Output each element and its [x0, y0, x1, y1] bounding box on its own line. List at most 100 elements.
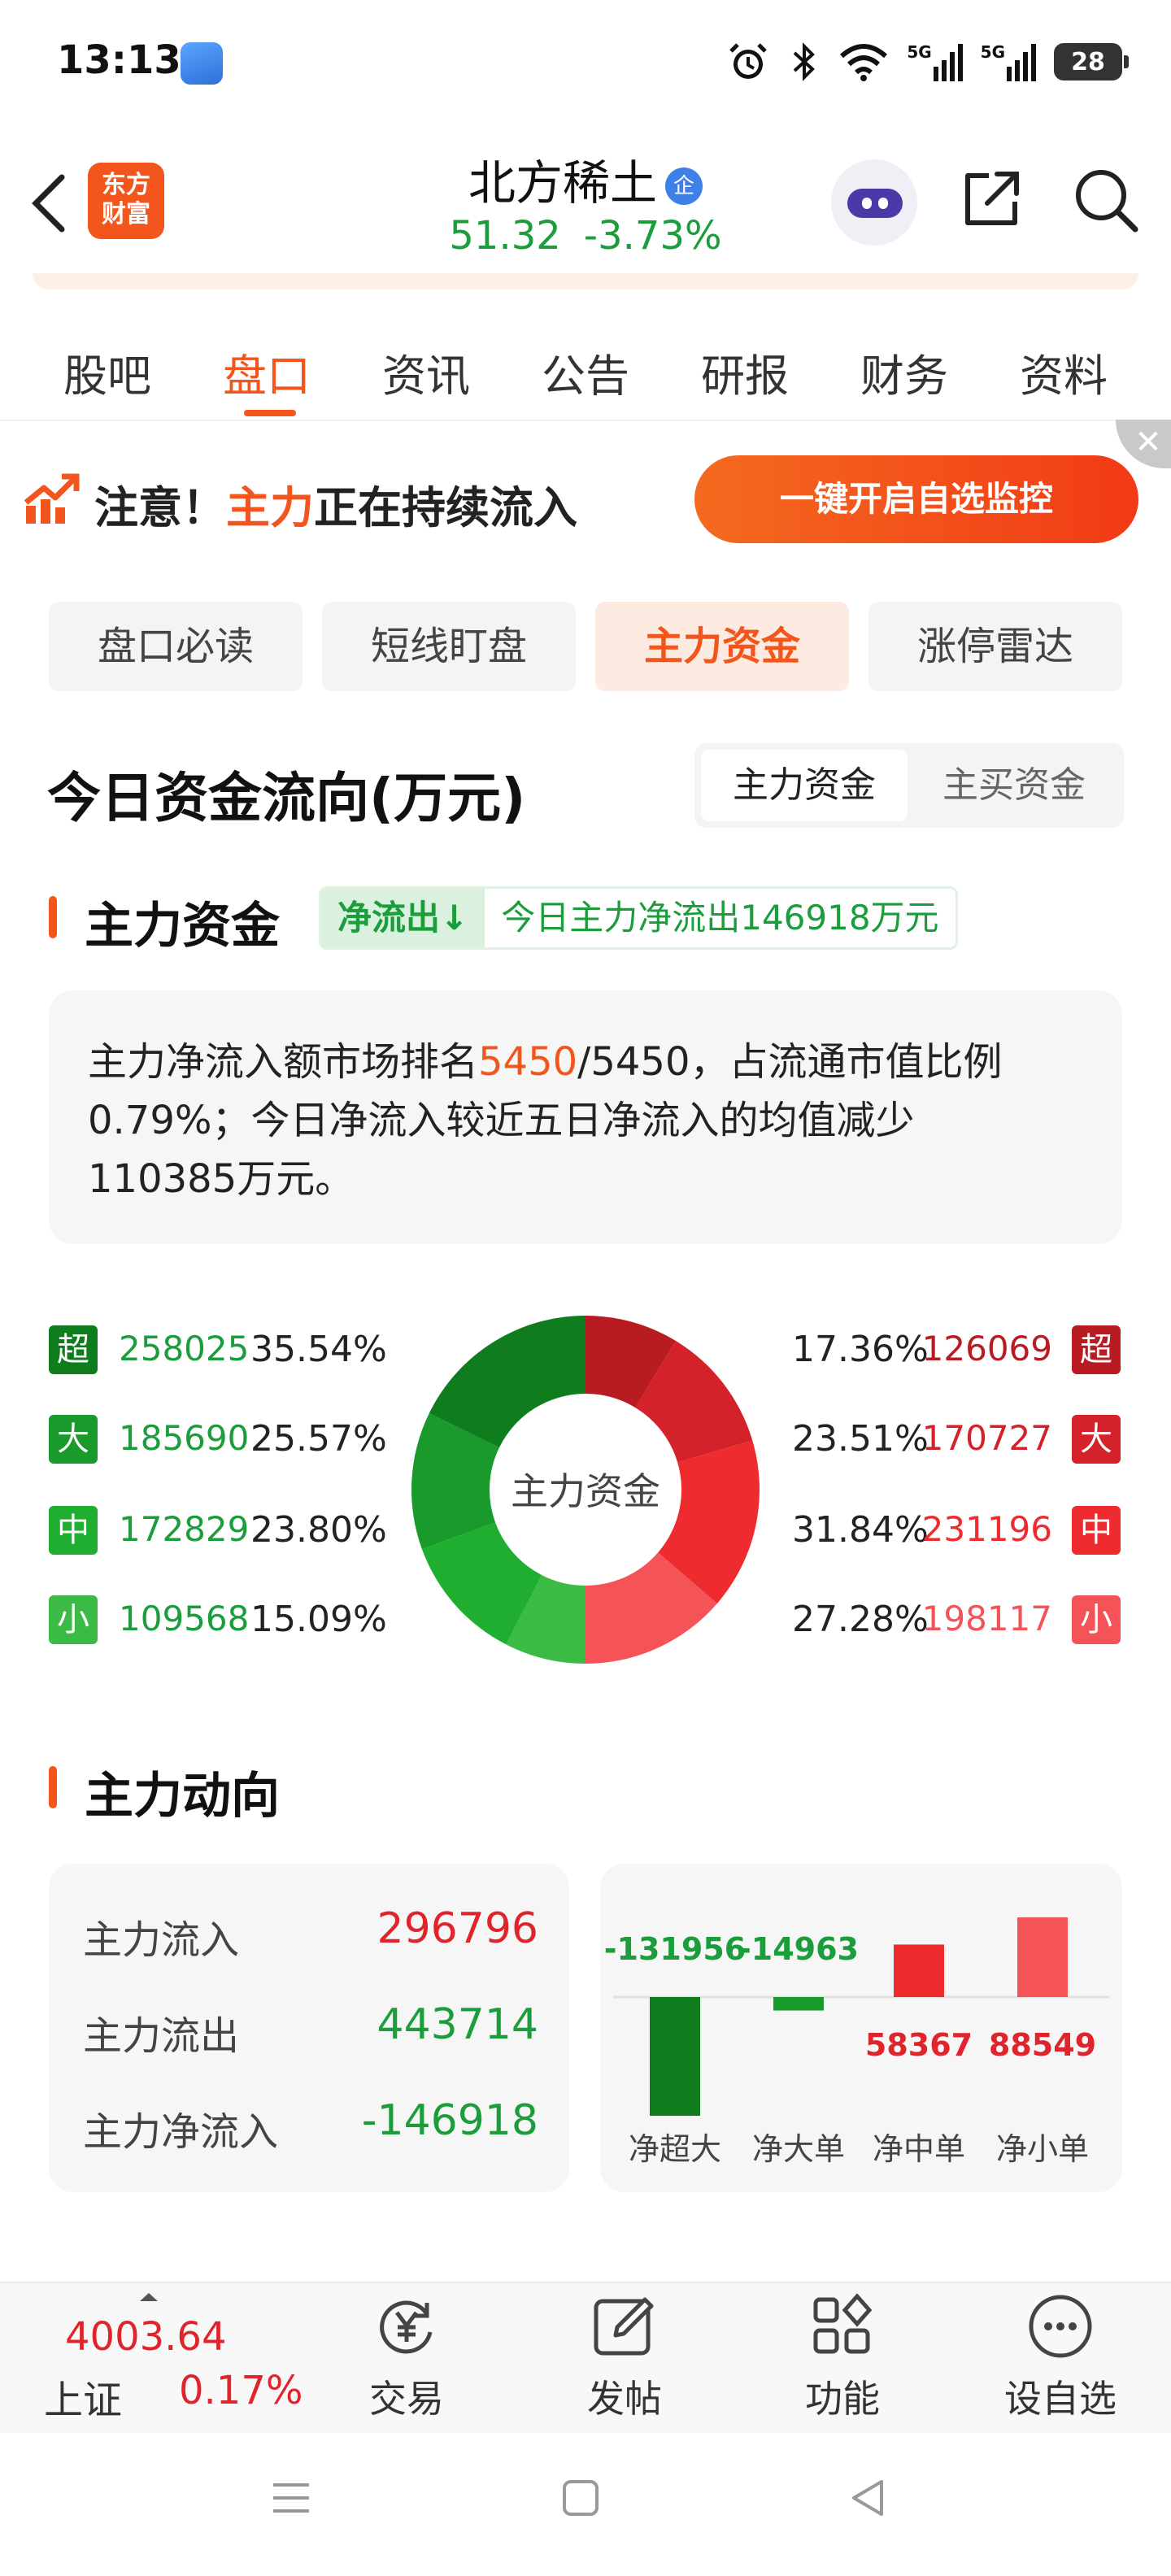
functions-label: 功能: [805, 2377, 880, 2421]
system-navigation-bar: [0, 2433, 1171, 2576]
outflow-amount: 258025: [119, 1329, 250, 1368]
inflow-amount: 170727: [921, 1418, 1052, 1458]
outflow-amount: 185690: [119, 1418, 250, 1458]
desc-line-2: 0.79%；今日净流入较近五日净流入的均值减少: [88, 1098, 915, 1143]
notice-suffix: 正在持续流入: [314, 482, 577, 533]
menu-icon[interactable]: [268, 2475, 314, 2521]
close-banner-button[interactable]: ✕: [1116, 420, 1171, 468]
trend-value: 296796: [377, 1904, 538, 1953]
index-name[interactable]: 上证: [44, 2368, 122, 2425]
signal-1: 5G: [907, 42, 963, 81]
back-nav-icon[interactable]: [846, 2475, 891, 2521]
bluetooth-icon: [793, 42, 816, 81]
subtab-main-funds[interactable]: 主力资金: [595, 602, 849, 691]
tab-finance[interactable]: 财务: [839, 309, 969, 423]
post-button[interactable]: 发帖: [543, 2290, 706, 2423]
inflow-percent: 31.84%: [792, 1509, 929, 1551]
signal-1-label: 5G: [907, 42, 932, 62]
yen-refresh-icon: [380, 2300, 433, 2354]
trade-button[interactable]: 交易: [325, 2290, 488, 2423]
inflow-size-label: 大: [1072, 1415, 1121, 1464]
inflow-percent: 17.36%: [792, 1329, 929, 1370]
desc-line-1: 主力净流入额市场排名5450/5450，占流通市值比例: [88, 1033, 1083, 1091]
header-divider-accent: [33, 273, 1138, 289]
flow-title: 今日资金流向(万元): [47, 767, 526, 829]
inflow-size-label: 小: [1072, 1595, 1121, 1644]
signal-2-label: 5G: [980, 42, 1005, 62]
status-icons: 5G 5G 28: [726, 39, 1129, 85]
net-flow-category-label: 净小单: [996, 2131, 1089, 2167]
notice-text: 注意！主力正在持续流入: [94, 472, 577, 536]
tab-pankou[interactable]: 盘口: [202, 309, 332, 423]
tab-news[interactable]: 资讯: [361, 309, 491, 423]
trend-value: -146918: [361, 2096, 538, 2145]
stock-change: -3.73%: [583, 213, 722, 259]
signal-bars-icon: [1007, 44, 1036, 81]
more-icon: [1029, 2295, 1092, 2358]
notice-highlight: 主力: [226, 482, 314, 533]
net-flow-bar: [773, 1997, 824, 2011]
trend-label: 主力流出: [83, 2013, 240, 2059]
stock-price: 51.32: [449, 213, 561, 259]
tab-announcements[interactable]: 公告: [520, 309, 651, 423]
toggle-active-buy-funds[interactable]: 主买资金: [911, 750, 1117, 821]
grid-icon: [813, 2293, 873, 2354]
net-outflow-label: 净流出↓: [321, 889, 485, 947]
net-flow-bar: [650, 1997, 700, 2116]
net-flow-category-label: 净大单: [752, 2131, 845, 2167]
outflow-amount: 172829: [119, 1509, 250, 1549]
outflow-size-label: 超: [49, 1325, 98, 1374]
net-outflow-summary: 今日主力净流出146918万元: [485, 889, 956, 947]
desc-part-1: 主力净流入额市场排名: [88, 1039, 479, 1085]
net-flow-category-label: 净超大: [629, 2131, 721, 2167]
signal-bars-icon: [933, 44, 963, 81]
tab-guba[interactable]: 股吧: [42, 309, 172, 423]
outflow-amount: 109568: [119, 1599, 250, 1638]
desc-part-2: /5450，占流通市值比例: [577, 1039, 1003, 1085]
wifi-icon: [840, 44, 888, 81]
tab-profile[interactable]: 资料: [999, 309, 1129, 423]
functions-button[interactable]: 功能: [761, 2290, 924, 2423]
enterprise-badge: 企: [665, 167, 703, 205]
robot-eye-right: [878, 198, 888, 209]
net-outflow-tag: 净流出↓ 今日主力净流出146918万元: [319, 886, 958, 950]
net-flow-bar: [1017, 1917, 1068, 1997]
net-flow-bar-value: 58367: [865, 2027, 973, 2063]
add-watchlist-button[interactable]: 设自选: [979, 2290, 1142, 2423]
arrow-down-icon: ↓: [440, 898, 469, 938]
battery-icon: 28: [1054, 43, 1129, 80]
trend-label: 主力净流入: [83, 2109, 279, 2155]
share-button[interactable]: [956, 164, 1026, 234]
outflow-size-label: 大: [49, 1415, 98, 1464]
signal-2: 5G: [981, 42, 1036, 81]
robot-eye-left: [862, 198, 872, 209]
section-tabs: 股吧 盘口 资讯 公告 研报 财务 资料: [0, 309, 1171, 423]
caret-up-icon: [140, 2293, 158, 2301]
share-icon: [965, 172, 1019, 225]
subtab-must-read[interactable]: 盘口必读: [49, 602, 303, 691]
trend-label: 主力流入: [83, 1917, 240, 1963]
home-icon[interactable]: [558, 2475, 603, 2521]
index-change[interactable]: 0.17%: [179, 2368, 303, 2413]
section-accent: [49, 896, 57, 938]
search-button[interactable]: [1070, 164, 1140, 234]
trend-title: 主力动向: [85, 1768, 280, 1825]
inflow-size-label: 超: [1072, 1325, 1121, 1374]
robot-icon: [847, 189, 903, 218]
outflow-percent: 25.57%: [250, 1418, 387, 1460]
toggle-main-funds[interactable]: 主力资金: [701, 750, 908, 821]
net-flow-bar-value: -14963: [738, 1931, 859, 1967]
subtab-short-term[interactable]: 短线盯盘: [322, 602, 576, 691]
inflow-amount: 198117: [921, 1599, 1052, 1638]
subtab-limit-up-radar[interactable]: 涨停雷达: [868, 602, 1122, 691]
index-value[interactable]: 4003.64: [65, 2314, 227, 2360]
main-fund-title: 主力资金: [85, 898, 280, 955]
outflow-size-label: 小: [49, 1595, 98, 1644]
net-flow-bar-chart: -131956 净超大 -14963 净大单 58367 净中单 88549 净小单: [604, 1917, 1109, 2167]
trend-value: 443714: [377, 2000, 538, 2049]
section-accent: [49, 1766, 57, 1808]
net-flow-bar-value: -131956: [604, 1931, 746, 1967]
tab-research[interactable]: 研报: [680, 309, 810, 423]
enable-monitoring-button[interactable]: 一键开启自选监控: [694, 455, 1138, 543]
net-flow-bar: [894, 1944, 944, 1997]
